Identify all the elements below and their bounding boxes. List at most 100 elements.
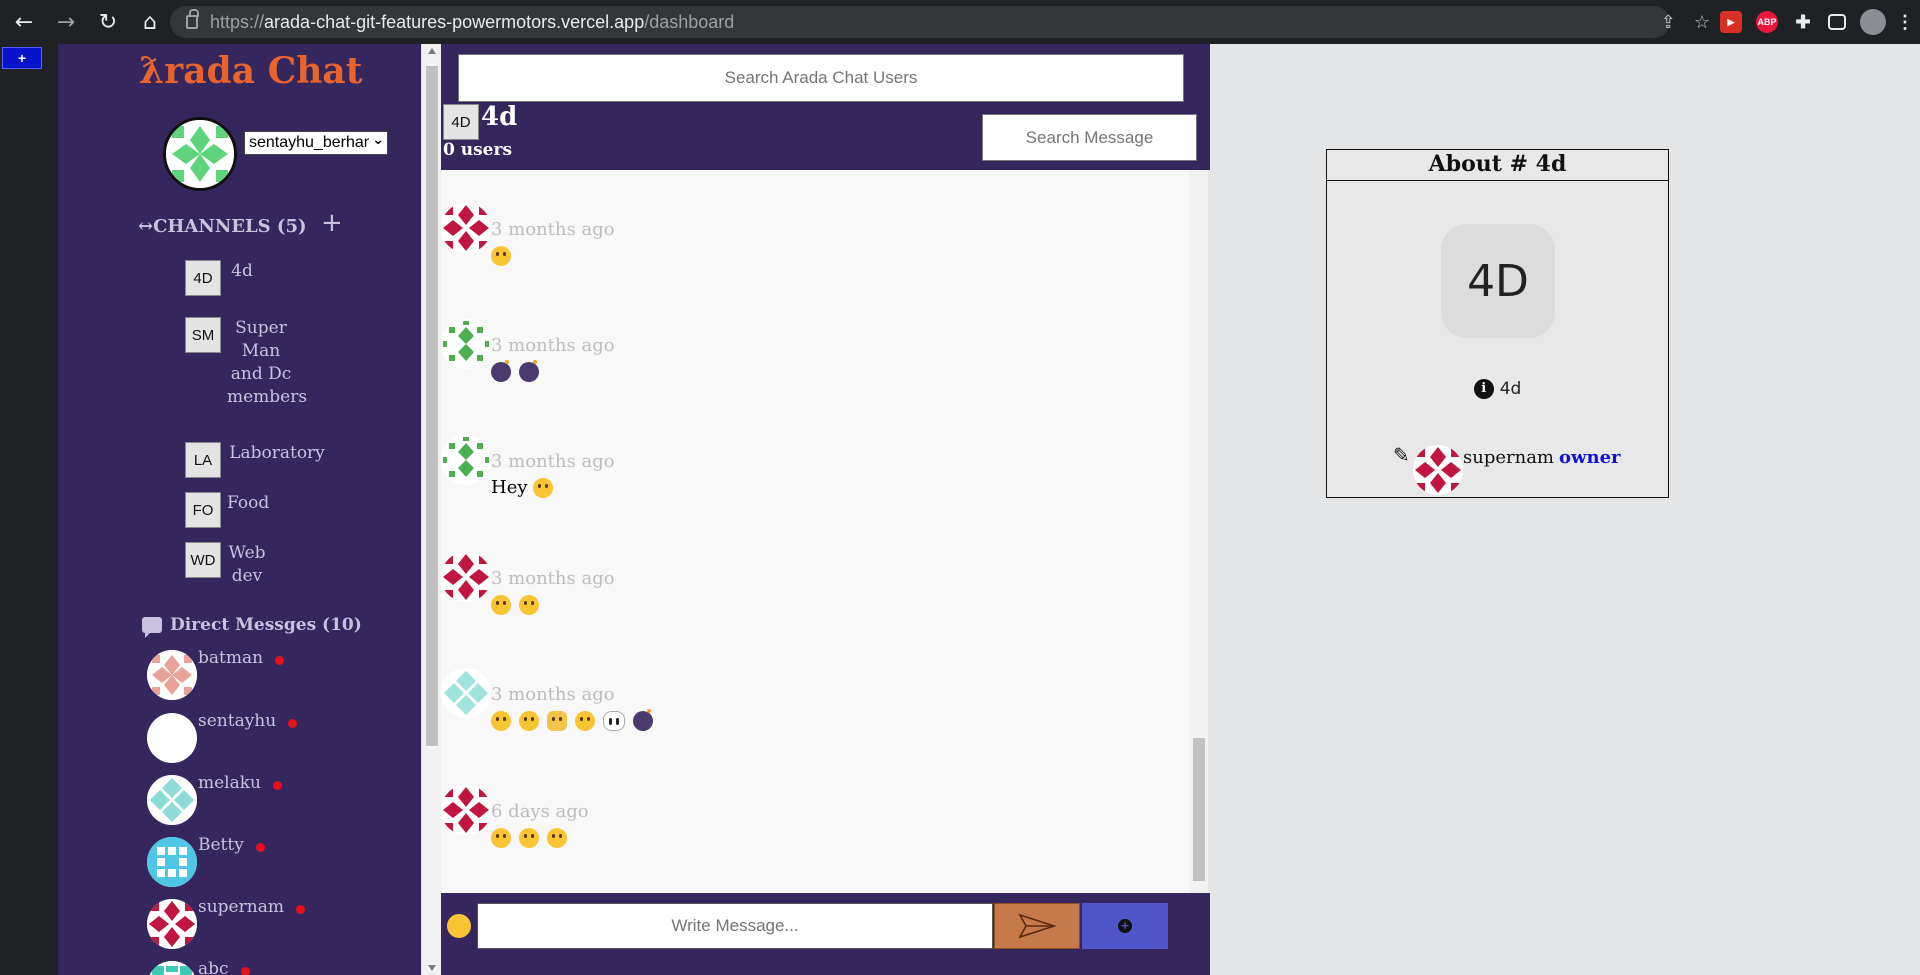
emoji-icon bbox=[519, 595, 539, 615]
message-time: 3 months ago bbox=[491, 451, 615, 472]
url-path: /dashboard bbox=[644, 11, 735, 32]
message-composer: Write Message... + bbox=[441, 893, 1210, 975]
channel-name: 4d bbox=[231, 261, 253, 281]
dm-name: supernam bbox=[198, 897, 284, 917]
bomb-emoji-icon bbox=[633, 709, 653, 731]
dm-item-batman[interactable]: batman bbox=[147, 648, 285, 700]
dm-name: abc bbox=[198, 959, 229, 975]
browser-menu-icon[interactable]: ⋮ bbox=[1896, 11, 1914, 33]
message-body bbox=[491, 709, 661, 731]
channel-name: Food bbox=[227, 493, 270, 513]
emoji-icon bbox=[491, 246, 511, 266]
channel-info: i 4d bbox=[1327, 379, 1668, 399]
message-body bbox=[491, 360, 547, 382]
sidebar-channel-super-man[interactable]: SM Super Man and Dc members bbox=[185, 317, 307, 409]
edit-pencil-icon[interactable]: ✎ bbox=[1393, 445, 1415, 467]
adblock-icon[interactable]: ABP bbox=[1756, 11, 1778, 33]
channel-title: 4d bbox=[481, 102, 518, 132]
owner-name: supernam bbox=[1463, 447, 1555, 468]
avatar bbox=[441, 435, 491, 485]
avatar bbox=[441, 203, 491, 253]
emoji-picker-icon[interactable] bbox=[447, 914, 471, 938]
reload-icon[interactable]: ↻ bbox=[90, 4, 126, 40]
extension-red-icon[interactable]: ▶ bbox=[1720, 11, 1742, 33]
side-panel-icon[interactable] bbox=[1828, 14, 1846, 30]
emoji-icon bbox=[519, 711, 539, 731]
channel-info-name: 4d bbox=[1499, 379, 1522, 399]
bookmark-star-icon[interactable]: ☆ bbox=[1694, 12, 1710, 33]
dm-item-sentayhu[interactable]: sentayhu bbox=[147, 711, 298, 763]
channel-owner: ✎ supernam owner bbox=[1393, 445, 1621, 495]
user-search-input[interactable]: Search Arada Chat Users bbox=[458, 54, 1184, 102]
channel-large-badge: 4D bbox=[1441, 224, 1555, 338]
channel-name: Web dev bbox=[228, 543, 266, 586]
dm-name: Betty bbox=[198, 835, 244, 855]
dm-item-supernam[interactable]: supernam bbox=[147, 897, 305, 949]
dm-name: batman bbox=[198, 648, 264, 668]
sidebar-channel-4d[interactable]: 4D 4d bbox=[185, 260, 257, 296]
dm-item-abc[interactable]: abc bbox=[147, 959, 250, 975]
channel-users-count: 0 users bbox=[443, 140, 513, 160]
channel-about-panel: About # 4d 4D i 4d ✎ supernam owner bbox=[1326, 149, 1669, 498]
avatar bbox=[147, 713, 197, 763]
avatar bbox=[147, 899, 197, 949]
share-icon[interactable]: ⇪ bbox=[1661, 12, 1676, 33]
online-status-dot bbox=[288, 719, 298, 728]
message-input[interactable]: Write Message... bbox=[477, 903, 993, 949]
channel-badge: 4D bbox=[443, 104, 479, 140]
app-logo-text: ƛrada Chat bbox=[139, 50, 363, 92]
channel-badge: LA bbox=[185, 442, 221, 478]
attach-button[interactable]: + bbox=[1082, 903, 1168, 949]
dm-item-betty[interactable]: Betty bbox=[147, 835, 265, 887]
message-time: 6 days ago bbox=[491, 801, 589, 822]
message-time: 3 months ago bbox=[491, 219, 615, 240]
sidebar-channel-laboratory[interactable]: LA Laboratory bbox=[185, 442, 327, 478]
back-icon[interactable]: ← bbox=[6, 4, 42, 40]
online-status-dot bbox=[255, 843, 265, 852]
info-icon: i bbox=[1473, 379, 1494, 399]
user-select[interactable]: sentayhu_berhanu bbox=[244, 131, 388, 155]
avatar bbox=[147, 961, 197, 975]
sidebar-scrollbar[interactable] bbox=[421, 44, 441, 975]
forward-icon[interactable]: → bbox=[48, 4, 84, 40]
scroll-up-icon[interactable] bbox=[428, 48, 436, 54]
dm-item-melaku[interactable]: melaku bbox=[147, 773, 283, 825]
current-user-avatar[interactable] bbox=[163, 117, 237, 191]
chat-bubble-icon bbox=[142, 617, 162, 638]
avatar bbox=[441, 552, 491, 602]
online-status-dot bbox=[240, 967, 250, 975]
avatar bbox=[441, 668, 491, 718]
messages-scrollbar[interactable] bbox=[1190, 170, 1208, 893]
message-search-input[interactable]: Search Message bbox=[982, 114, 1197, 161]
avatar bbox=[441, 785, 491, 835]
add-channel-button[interactable]: + bbox=[321, 208, 343, 238]
scrollbar-thumb[interactable] bbox=[1193, 738, 1205, 881]
profile-avatar-icon[interactable] bbox=[1860, 9, 1886, 35]
scroll-down-icon[interactable] bbox=[428, 965, 436, 971]
avatar bbox=[441, 319, 491, 369]
channel-badge: WD bbox=[185, 542, 221, 578]
online-status-dot bbox=[295, 905, 305, 914]
sidebar-channel-web-dev[interactable]: WD Web dev bbox=[185, 542, 267, 588]
emoji-icon bbox=[491, 828, 511, 848]
left-strip bbox=[0, 44, 58, 975]
address-bar[interactable]: https://arada-chat-git-features-powermot… bbox=[170, 6, 1670, 38]
ok-hand-emoji-icon bbox=[547, 711, 567, 731]
lock-icon bbox=[186, 9, 199, 29]
send-button[interactable] bbox=[994, 903, 1080, 949]
emoji-icon bbox=[547, 828, 567, 848]
plus-circle-icon: + bbox=[1118, 919, 1132, 933]
owner-role-label: owner bbox=[1559, 447, 1621, 468]
extensions-puzzle-icon[interactable]: ✚ bbox=[1792, 11, 1814, 33]
message-body bbox=[491, 827, 575, 848]
sidebar-channel-food[interactable]: FO Food bbox=[185, 492, 269, 528]
owner-avatar bbox=[1413, 445, 1463, 495]
dm-name: melaku bbox=[198, 773, 262, 793]
avatar bbox=[147, 837, 197, 887]
direct-messages-heading: Direct Messges (10) bbox=[142, 615, 362, 638]
scrollbar-thumb[interactable] bbox=[426, 66, 438, 746]
corner-plus-button[interactable]: + bbox=[2, 47, 42, 69]
online-status-dot bbox=[273, 781, 283, 790]
url-prefix: https:// bbox=[210, 11, 265, 32]
home-icon[interactable]: ⌂ bbox=[132, 4, 168, 40]
